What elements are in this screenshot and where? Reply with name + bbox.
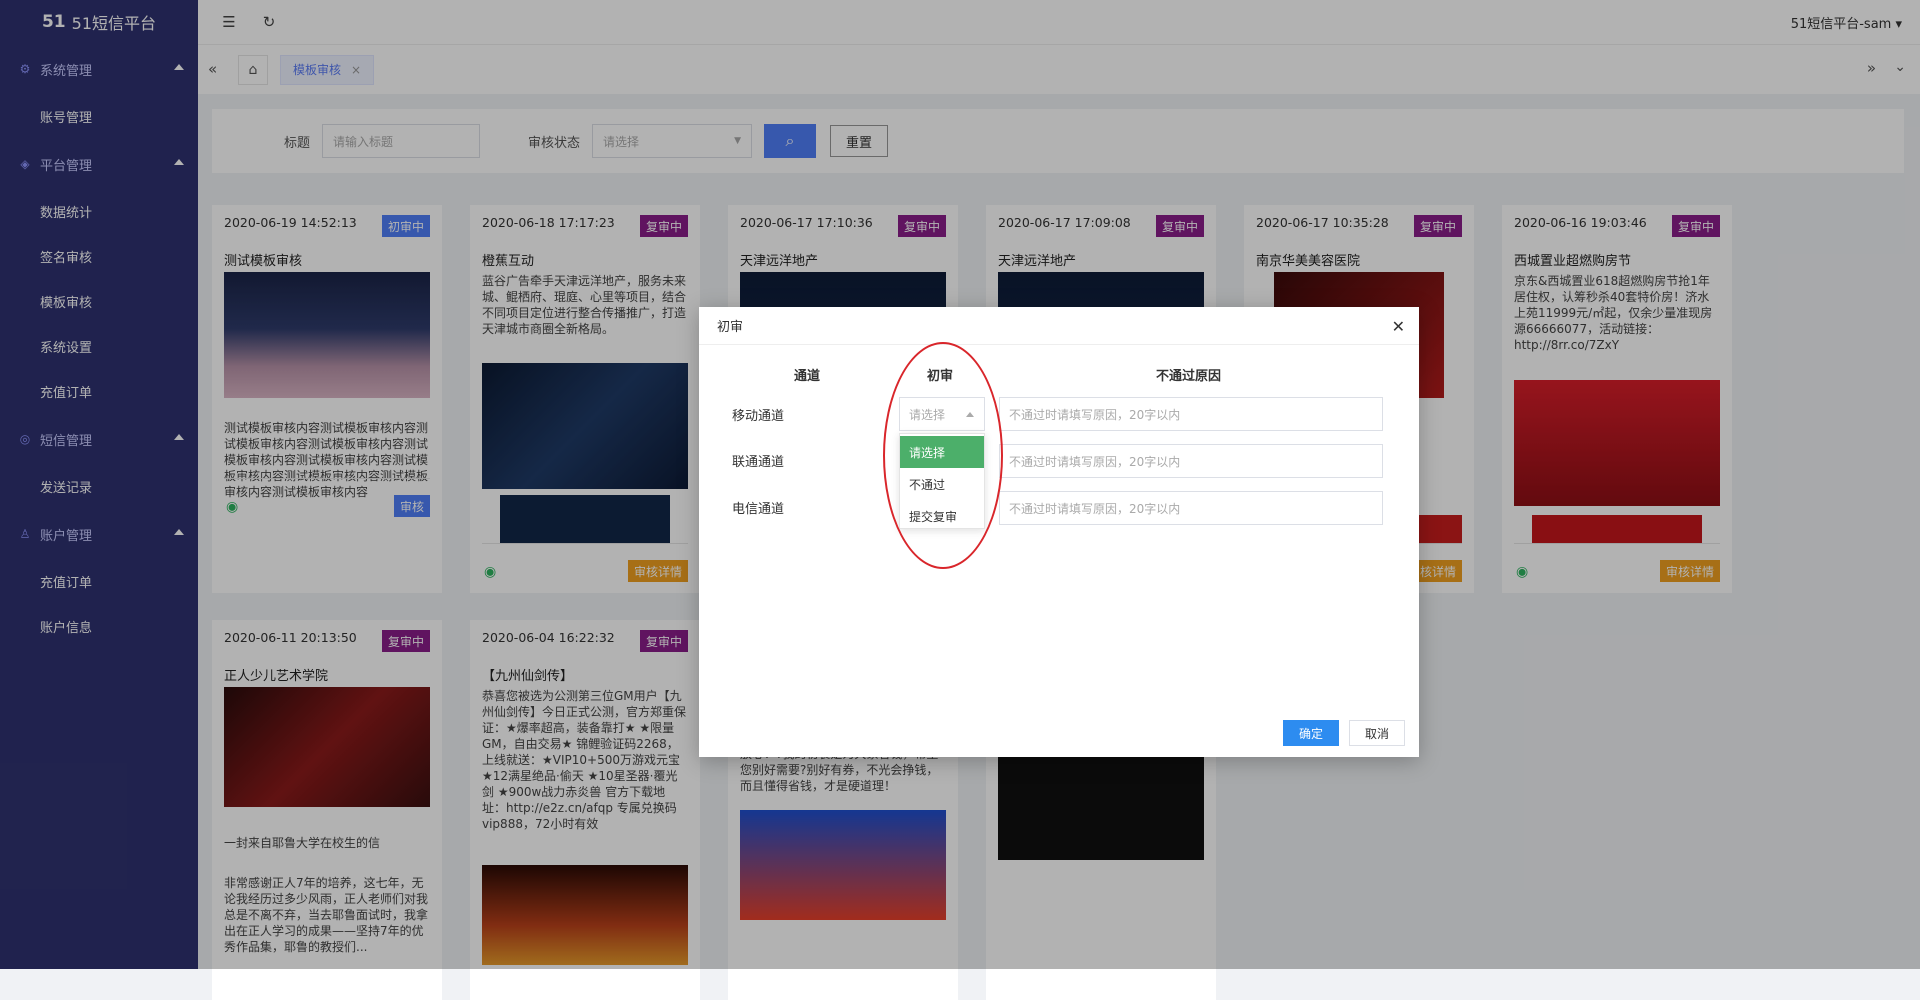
cancel-button[interactable]: 取消 <box>1349 720 1405 746</box>
close-icon[interactable]: ✕ <box>1392 317 1405 336</box>
channel-label-mobile: 移动通道 <box>732 405 784 424</box>
column-header-channel: 通道 <box>794 365 820 384</box>
column-header-reason: 不通过原因 <box>1156 365 1221 384</box>
review-dialog: 初审 ✕ 通道 初审 不通过原因 移动通道 联通通道 电信通道 请选择 不通过时… <box>699 307 1419 757</box>
confirm-button[interactable]: 确定 <box>1283 720 1339 746</box>
channel-label-telecom: 电信通道 <box>732 498 784 517</box>
reason-input-mobile[interactable]: 不通过时请填写原因，20字以内 <box>999 397 1383 431</box>
highlight-annotation-ring <box>883 342 1003 569</box>
reason-input-telecom[interactable]: 不通过时请填写原因，20字以内 <box>999 491 1383 525</box>
channel-label-unicom: 联通通道 <box>732 451 784 470</box>
reason-input-unicom[interactable]: 不通过时请填写原因，20字以内 <box>999 444 1383 478</box>
dialog-title: 初审 <box>699 307 1419 345</box>
